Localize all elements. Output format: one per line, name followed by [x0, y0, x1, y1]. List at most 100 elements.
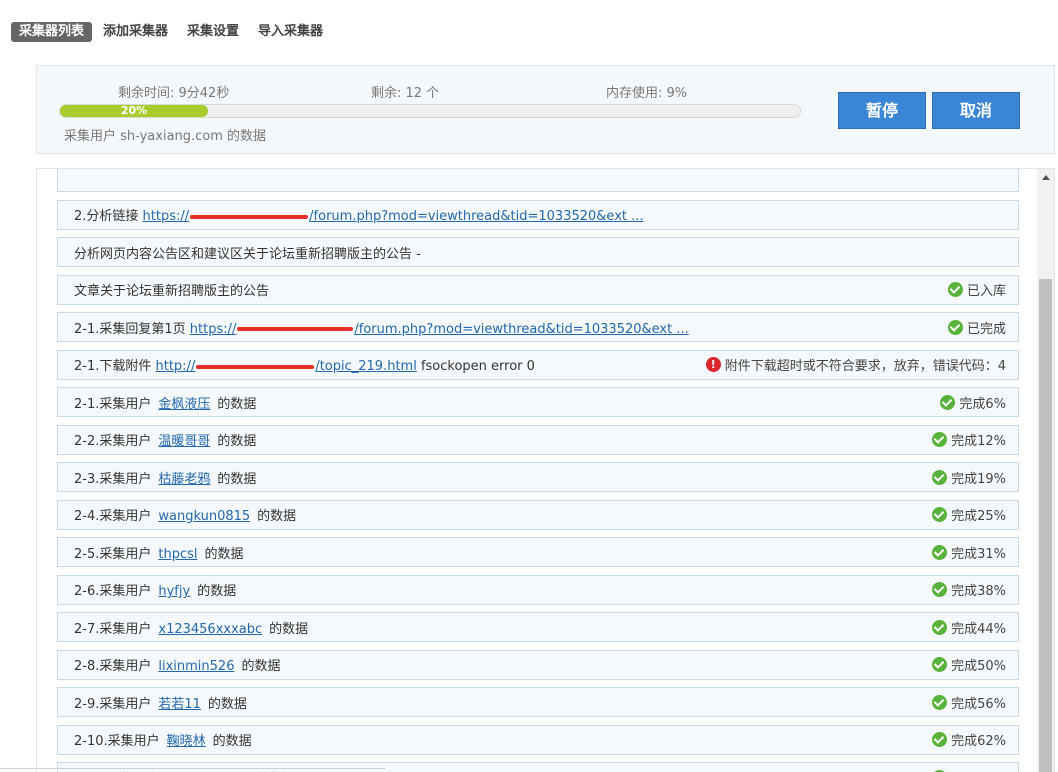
log-suffix: 的数据 — [212, 734, 252, 749]
log-prefix: 2-3.采集用户 — [74, 471, 152, 487]
log-row-collect-user: 2-6.采集用户 hyfjy 的数据 完成38% — [57, 574, 1019, 605]
scroll-up-arrow-icon[interactable] — [1037, 169, 1054, 186]
log-row-collect-user: 2-8.采集用户 lixinmin526 的数据 完成50% — [57, 649, 1019, 680]
log-panel: 2.分析链接 https:///forum.php?mod=viewthread… — [36, 168, 1055, 772]
log-row-collect-user: 2-3.采集用户 枯藤老鸦 的数据 完成19% — [57, 462, 1019, 492]
error-text: fsockopen error 0 — [416, 359, 535, 374]
log-status: 完成50% — [932, 655, 1006, 674]
log-suffix: 的数据 — [217, 434, 257, 449]
attachment-link[interactable]: http:///topic_219.html — [156, 359, 417, 374]
log-prefix: 2-6.采集用户 — [74, 584, 152, 599]
tab-collector-list[interactable]: 采集器列表 — [11, 22, 93, 42]
scrollbar[interactable] — [1037, 169, 1054, 772]
log-status: 完成19% — [932, 468, 1006, 487]
check-circle-icon — [932, 432, 948, 447]
log-row-analyze-content: 分析网页内容公告区和建议区关于论坛重新招聘版主的公告 - — [57, 237, 1019, 267]
check-circle-icon — [932, 544, 948, 560]
log-row-collect-user: 2-11.采集用户2801407172的数据完成69% — [57, 762, 1019, 772]
log-prefix: 2-7.采集用户 — [74, 621, 152, 637]
log-status: 完成25% — [932, 505, 1006, 524]
progress-panel: 剩余时间: 9分42秒 剩余: 12 个 内存使用: 9% 20% 采集用户 s… — [36, 65, 1055, 154]
log-row — [57, 169, 1019, 192]
pause-button[interactable]: 暂停 — [838, 92, 926, 129]
check-circle-icon — [932, 619, 948, 635]
log-row-attachment: 2-1.下载附件 http:///topic_219.html fsockope… — [57, 349, 1019, 380]
user-link[interactable]: 枯藤老鸦 — [158, 472, 210, 487]
thread-link[interactable]: https:///forum.php?mod=viewthread&tid=10… — [143, 209, 644, 224]
divider — [0, 768, 385, 769]
log-row-collect-user: 2-5.采集用户 thpcsl 的数据 完成31% — [57, 537, 1019, 567]
check-circle-icon — [932, 732, 948, 747]
user-link[interactable]: 金枫液压 — [158, 397, 210, 412]
check-circle-icon — [947, 282, 963, 297]
log-row-collect-user: 2-7.采集用户 x123456xxxabc 的数据 完成44% — [57, 612, 1019, 642]
check-circle-icon — [940, 394, 956, 410]
log-prefix: 2-1.采集用户 — [74, 396, 152, 412]
log-suffix: 的数据 — [207, 696, 247, 712]
user-link[interactable]: lixinmin526 — [158, 659, 234, 674]
tab-import-collector[interactable]: 导入采集器 — [250, 22, 331, 42]
log-status: 已入库 — [947, 280, 1006, 299]
log-suffix: 的数据 — [269, 621, 309, 637]
current-task-text: 采集用户 sh-yaxiang.com 的数据 — [64, 129, 267, 144]
user-link[interactable]: 温暖哥哥 — [158, 434, 210, 449]
log-prefix: 2-8.采集用户 — [74, 659, 152, 674]
redacted-mark — [196, 364, 315, 369]
log-suffix: 的数据 — [197, 584, 237, 599]
log-prefix: 2-2.采集用户 — [74, 434, 152, 449]
log-status: 完成12% — [932, 430, 1006, 449]
user-link[interactable]: wangkun0815 — [158, 509, 250, 524]
log-suffix: 的数据 — [257, 509, 297, 524]
memory-usage: 内存使用: 9% — [606, 86, 688, 101]
log-row-collect-user: 2-9.采集用户 若若11 的数据 完成56% — [57, 687, 1019, 717]
check-circle-icon — [932, 582, 948, 597]
log-status: 完成62% — [932, 730, 1006, 749]
user-link[interactable]: 若若11 — [158, 697, 201, 712]
progress-bar: 20% — [59, 104, 801, 118]
scrollbar-thumb[interactable] — [1039, 279, 1052, 772]
log-status: 完成6% — [940, 393, 1006, 412]
remaining-count: 剩余: 12 个 — [371, 86, 440, 101]
log-row-collect-user: 2-1.采集用户 金枫液压 的数据 完成6% — [57, 387, 1019, 417]
log-row-analyze-link: 2.分析链接 https:///forum.php?mod=viewthread… — [57, 199, 1019, 230]
log-prefix: 2-4.采集用户 — [74, 509, 152, 524]
log-prefix: 2-5.采集用户 — [74, 546, 152, 562]
log-prefix: 2-10.采集用户 — [74, 734, 160, 749]
log-row-collect-user: 2-10.采集用户 鞠晓林 的数据 完成62% — [57, 724, 1019, 755]
cancel-button[interactable]: 取消 — [932, 92, 1020, 129]
log-row-reply-page: 2-1.采集回复第1页 https:///forum.php?mod=viewt… — [57, 312, 1019, 342]
check-circle-icon — [932, 657, 948, 672]
redacted-mark — [190, 214, 309, 219]
progress-bar-fill: 20% — [60, 105, 208, 117]
redacted-mark — [237, 327, 354, 331]
user-link[interactable]: x123456xxxabc — [158, 622, 262, 637]
user-link[interactable]: 鞠晓林 — [167, 734, 206, 749]
log-list: 2.分析链接 https:///forum.php?mod=viewthread… — [57, 169, 1019, 772]
log-prefix: 2-9.采集用户 — [74, 696, 152, 712]
log-row-collect-user: 2-4.采集用户 wangkun0815 的数据 完成25% — [57, 499, 1019, 530]
check-circle-icon — [932, 469, 948, 485]
check-circle-icon — [932, 507, 948, 522]
log-status: 已完成 — [947, 318, 1006, 337]
tab-collect-settings[interactable]: 采集设置 — [179, 22, 247, 42]
remaining-time: 剩余时间: 9分42秒 — [118, 86, 230, 101]
tab-bar: 采集器列表 添加采集器 采集设置 导入采集器 — [11, 22, 334, 42]
log-status: 完成38% — [932, 580, 1006, 599]
log-status: 完成69% — [932, 768, 1006, 772]
log-row-article: 文章关于论坛重新招聘版主的公告 已入库 — [57, 274, 1019, 305]
check-circle-icon — [932, 694, 948, 710]
error-icon: ! — [705, 357, 721, 372]
log-suffix: 的数据 — [241, 659, 281, 674]
user-link[interactable]: hyfjy — [158, 584, 190, 599]
log-suffix: 的数据 — [204, 546, 244, 562]
log-prefix: 2-1.下载附件 — [74, 359, 156, 374]
log-status: 完成56% — [932, 693, 1006, 712]
log-text: 分析网页内容公告区和建议区关于论坛重新招聘版主的公告 - — [74, 246, 421, 262]
log-status-error: ! 附件下载超时或不符合要求，放弃，错误代码：4 — [705, 355, 1006, 374]
log-suffix: 的数据 — [217, 396, 257, 412]
reply-link[interactable]: https:///forum.php?mod=viewthread&tid=10… — [190, 322, 689, 337]
check-circle-icon — [947, 319, 963, 335]
log-prefix: 2-1.采集回复第1页 — [74, 321, 190, 337]
tab-add-collector[interactable]: 添加采集器 — [95, 22, 176, 42]
user-link[interactable]: thpcsl — [158, 547, 197, 562]
